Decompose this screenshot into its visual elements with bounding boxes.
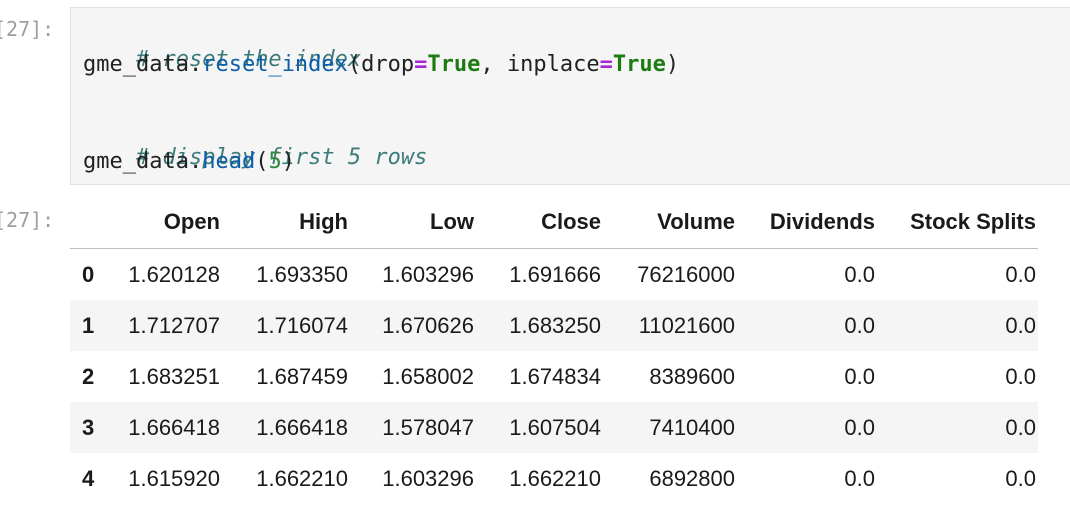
cell-close: 1.683250 [509, 312, 601, 338]
header-stock-splits: Stock Splits [875, 196, 1038, 249]
row-index: 0 [82, 261, 95, 287]
code-paren: ( [255, 149, 269, 174]
cell-dividends: 0.0 [844, 363, 875, 389]
header-close: Close [474, 196, 601, 249]
cell-volume: 76216000 [637, 261, 735, 287]
cell-close: 1.607504 [509, 414, 601, 440]
row-index: 2 [82, 363, 95, 389]
code-keyword: True [427, 52, 481, 77]
cell-high: 1.687459 [256, 363, 348, 389]
cell-close: 1.691666 [509, 261, 601, 287]
cell-open: 1.620128 [128, 261, 220, 287]
cell-stock-splits: 0.0 [1005, 261, 1036, 287]
row-index: 4 [82, 465, 95, 491]
cell-high: 1.662210 [256, 465, 348, 491]
cell-high: 1.666418 [256, 414, 348, 440]
dataframe-table: Open High Low Close Volume Dividends Sto… [70, 196, 1038, 504]
cell-low: 1.603296 [382, 465, 474, 491]
cell-open: 1.712707 [128, 312, 220, 338]
header-open: Open [108, 196, 220, 249]
cell-dividends: 0.0 [844, 465, 875, 491]
table-row: 0 1.620128 1.693350 1.603296 1.691666 76… [70, 248, 1038, 300]
cell-low: 1.603296 [382, 261, 474, 287]
cell-high: 1.693350 [256, 261, 348, 287]
code-number: 5 [268, 149, 282, 174]
code-line-reset-index: gme_data.reset_index(drop=True, inplace=… [83, 51, 679, 79]
table-row: 3 1.666418 1.666418 1.578047 1.607504 74… [70, 402, 1038, 453]
code-paren: ) [665, 52, 680, 77]
cell-close: 1.674834 [509, 363, 601, 389]
cell-high: 1.716074 [256, 312, 348, 338]
code-paren: (drop [347, 52, 415, 77]
cell-low: 1.578047 [382, 414, 474, 440]
cell-volume: 11021600 [638, 312, 735, 338]
cell-volume: 7410400 [649, 414, 735, 440]
code-line-head: gme_data.head(5) [83, 148, 295, 176]
cell-low: 1.670626 [382, 312, 474, 338]
output-prompt: [27]: [0, 208, 55, 232]
cell-volume: 6892800 [649, 465, 735, 491]
cell-low: 1.658002 [382, 363, 474, 389]
cell-dividends: 0.0 [844, 414, 875, 440]
cell-close: 1.662210 [509, 465, 601, 491]
cell-dividends: 0.0 [844, 312, 875, 338]
cell-volume: 8389600 [649, 363, 735, 389]
row-index: 3 [82, 414, 95, 440]
cell-open: 1.683251 [128, 363, 220, 389]
code-keyword: True [612, 52, 666, 77]
row-index: 1 [82, 312, 95, 338]
header-dividends: Dividends [735, 196, 875, 249]
cell-dividends: 0.0 [844, 261, 875, 287]
code-cell-editor[interactable]: # reset the index gme_data.reset_index(d… [70, 7, 1070, 185]
cell-stock-splits: 0.0 [1005, 312, 1036, 338]
output-area: Open High Low Close Volume Dividends Sto… [70, 196, 1060, 504]
cell-stock-splits: 0.0 [1005, 465, 1036, 491]
code-paren: ) [281, 149, 295, 174]
table-row: 1 1.712707 1.716074 1.670626 1.683250 11… [70, 300, 1038, 351]
table-row: 4 1.615920 1.662210 1.603296 1.662210 68… [70, 453, 1038, 504]
table-row: 2 1.683251 1.687459 1.658002 1.674834 83… [70, 351, 1038, 402]
cell-stock-splits: 0.0 [1005, 414, 1036, 440]
code-object: gme_data. [83, 149, 203, 174]
code-operator: = [599, 52, 613, 77]
code-operator: = [414, 52, 428, 77]
header-index [70, 196, 108, 249]
header-low: Low [348, 196, 474, 249]
input-prompt: [27]: [0, 17, 55, 41]
code-method-head: head [202, 149, 256, 174]
code-object: gme_data. [83, 52, 203, 77]
cell-open: 1.615920 [128, 465, 220, 491]
header-high: High [220, 196, 348, 249]
table-header-row: Open High Low Close Volume Dividends Sto… [70, 196, 1038, 249]
header-volume: Volume [601, 196, 735, 249]
cell-stock-splits: 0.0 [1005, 363, 1036, 389]
cell-open: 1.666418 [128, 414, 220, 440]
code-method-reset-index: reset_index [202, 52, 348, 77]
code-arg: , inplace [480, 52, 600, 77]
